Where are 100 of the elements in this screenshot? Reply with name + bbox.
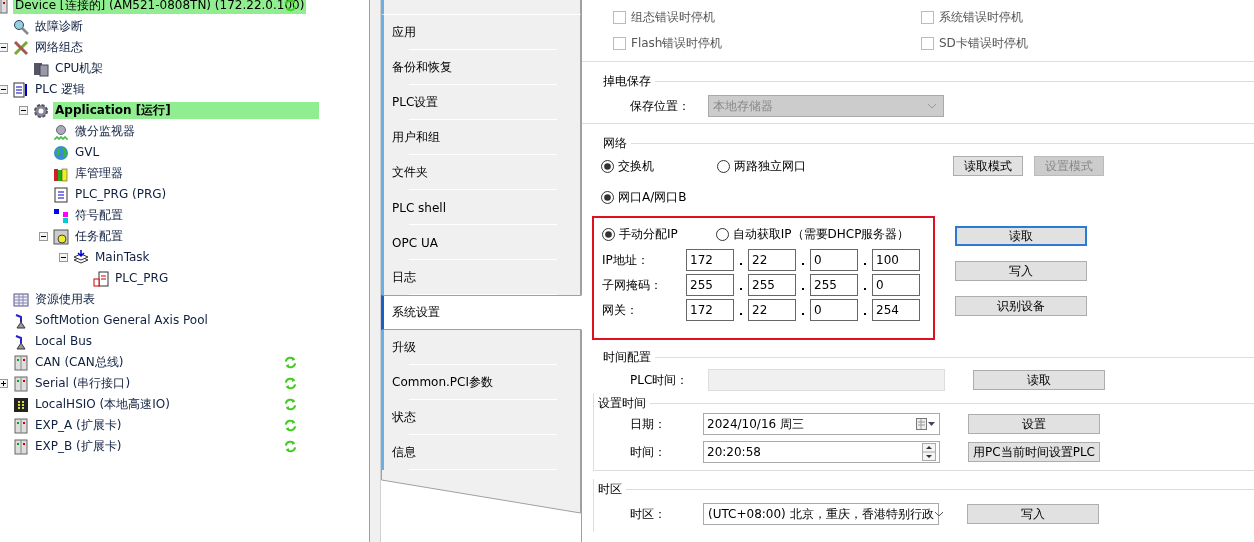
- octet-field[interactable]: 255: [748, 274, 796, 296]
- squares-icon: [53, 207, 69, 224]
- collapse-toggle[interactable]: [39, 232, 48, 241]
- field-label: 网关：: [602, 301, 639, 319]
- field-label: 时区：: [629, 506, 667, 522]
- task-gear-icon: [53, 228, 69, 245]
- tab[interactable]: 备份和恢复: [381, 50, 581, 85]
- tab[interactable]: 日志: [381, 260, 581, 295]
- group-title: 掉电保存: [602, 72, 652, 90]
- tab[interactable]: 系统设置: [381, 295, 582, 330]
- tree-item[interactable]: 任务配置: [73, 228, 125, 245]
- group-title: 网络: [602, 134, 628, 152]
- checkbox-icon[interactable]: [613, 36, 626, 50]
- tab[interactable]: 状态: [381, 400, 581, 435]
- radio-indicator-icon[interactable]: [601, 159, 614, 173]
- action-button[interactable]: 识别设备: [955, 296, 1087, 316]
- octet-field[interactable]: 100: [872, 249, 920, 271]
- collapse-toggle[interactable]: [0, 85, 8, 94]
- octet-field[interactable]: 255: [686, 274, 734, 296]
- checkbox-icon[interactable]: [921, 10, 934, 24]
- radio-indicator-icon[interactable]: [601, 190, 614, 204]
- spinner-icon[interactable]: [922, 443, 936, 461]
- checkbox[interactable]: SD卡错误时停机: [921, 30, 1254, 56]
- field-label: 子网掩码：: [602, 276, 663, 294]
- octet-field[interactable]: 22: [748, 249, 796, 271]
- tree-item[interactable]: CPU机架: [53, 60, 106, 77]
- tree-item[interactable]: MainTask: [93, 249, 152, 266]
- tree-item[interactable]: 库管理器: [73, 165, 125, 182]
- tree-item[interactable]: LocalHSIO (本地高速IO): [33, 396, 172, 413]
- radio-button[interactable]: 自动获取IP（需要DHCP服务器）: [715, 225, 910, 243]
- tab[interactable]: OPC UA: [381, 225, 581, 260]
- octet-field[interactable]: 255: [810, 274, 858, 296]
- module-icon: [13, 354, 29, 371]
- subgroup-title: 时区: [597, 480, 623, 498]
- action-button[interactable]: 写入: [955, 261, 1087, 281]
- collapse-toggle[interactable]: [0, 43, 8, 52]
- tab[interactable]: PLC设置: [381, 85, 581, 120]
- tree-item[interactable]: PLC 逻辑: [33, 81, 88, 98]
- set-button[interactable]: 设置: [968, 414, 1100, 434]
- tree-item[interactable]: Application [运行]: [53, 102, 319, 119]
- tools-icon: [13, 39, 29, 56]
- radio-indicator-icon[interactable]: [602, 227, 615, 241]
- tab[interactable]: 升级: [381, 330, 581, 365]
- gear-icon: [33, 102, 49, 119]
- tree-item[interactable]: CAN (CAN总线): [33, 354, 126, 371]
- tree-item[interactable]: PLC_PRG: [113, 270, 171, 287]
- collapse-toggle[interactable]: [19, 106, 28, 115]
- webcam-icon: [53, 123, 69, 140]
- action-button[interactable]: 读取: [955, 226, 1087, 246]
- octet-field[interactable]: 22: [748, 299, 796, 321]
- read-button[interactable]: 读取: [973, 370, 1105, 390]
- date-field[interactable]: 2024/10/16 周三: [703, 413, 940, 435]
- plc-time-field[interactable]: [708, 369, 945, 391]
- tab[interactable]: Common.PCI参数: [381, 365, 581, 400]
- tree-item[interactable]: Local Bus: [33, 333, 94, 350]
- checkbox-icon[interactable]: [921, 36, 934, 50]
- calendar-icon[interactable]: [916, 418, 936, 430]
- tree-item[interactable]: EXP_B (扩展卡): [33, 438, 124, 455]
- radio-button[interactable]: 手动分配IP: [602, 225, 678, 243]
- time-field[interactable]: 20:20:58: [703, 441, 940, 463]
- tab[interactable]: 用户和组: [381, 120, 581, 155]
- table-icon: [13, 291, 29, 308]
- tree-item[interactable]: 故障诊断: [33, 18, 85, 35]
- tab[interactable]: PLC shell: [381, 190, 581, 225]
- checkbox-icon[interactable]: [613, 10, 626, 24]
- checkbox[interactable]: 系统错误时停机: [921, 4, 1254, 30]
- octet-field[interactable]: 254: [872, 299, 920, 321]
- checkbox[interactable]: 组态错误时停机: [613, 4, 921, 30]
- tab[interactable]: 信息: [381, 435, 581, 470]
- checkbox[interactable]: Flash错误时停机: [613, 30, 921, 56]
- octet-field[interactable]: 172: [686, 249, 734, 271]
- octet-field[interactable]: 0: [872, 274, 920, 296]
- radio-button[interactable]: 网口A/网口B: [601, 188, 687, 206]
- write-button[interactable]: 写入: [967, 504, 1099, 524]
- tree-item[interactable]: PLC_PRG (PRG): [73, 186, 169, 203]
- io-module-icon: [13, 396, 29, 413]
- octet-field[interactable]: 172: [686, 299, 734, 321]
- octet-field[interactable]: 0: [810, 299, 858, 321]
- chevron-down-icon[interactable]: [933, 511, 944, 517]
- radio-indicator-icon[interactable]: [717, 159, 730, 173]
- tree-item[interactable]: SoftMotion General Axis Pool: [33, 312, 210, 329]
- expand-toggle[interactable]: [0, 379, 8, 388]
- tree-item[interactable]: 微分监视器: [73, 123, 137, 140]
- sync-pc-time-button[interactable]: 用PC当前时间设置PLC: [968, 442, 1100, 462]
- tree-item[interactable]: Serial (串行接口): [33, 375, 133, 392]
- octet-field[interactable]: 0: [810, 249, 858, 271]
- collapse-toggle[interactable]: [59, 253, 68, 262]
- radio-button[interactable]: 两路独立网口: [717, 157, 833, 175]
- tree-item[interactable]: 资源使用表: [33, 291, 97, 308]
- tree-item[interactable]: 网络组态: [33, 39, 85, 56]
- program-icon: [13, 81, 29, 98]
- tab[interactable]: 应用: [381, 15, 581, 50]
- tree-item[interactable]: EXP_A (扩展卡): [33, 417, 124, 434]
- tree-item[interactable]: GVL: [73, 144, 102, 161]
- tree-item[interactable]: 符号配置: [73, 207, 125, 224]
- tab[interactable]: 文件夹: [381, 155, 581, 190]
- mode-button[interactable]: 读取模式: [953, 156, 1023, 176]
- module-icon: [13, 375, 29, 392]
- radio-indicator-icon[interactable]: [715, 227, 729, 241]
- radio-button[interactable]: 交换机: [601, 157, 717, 175]
